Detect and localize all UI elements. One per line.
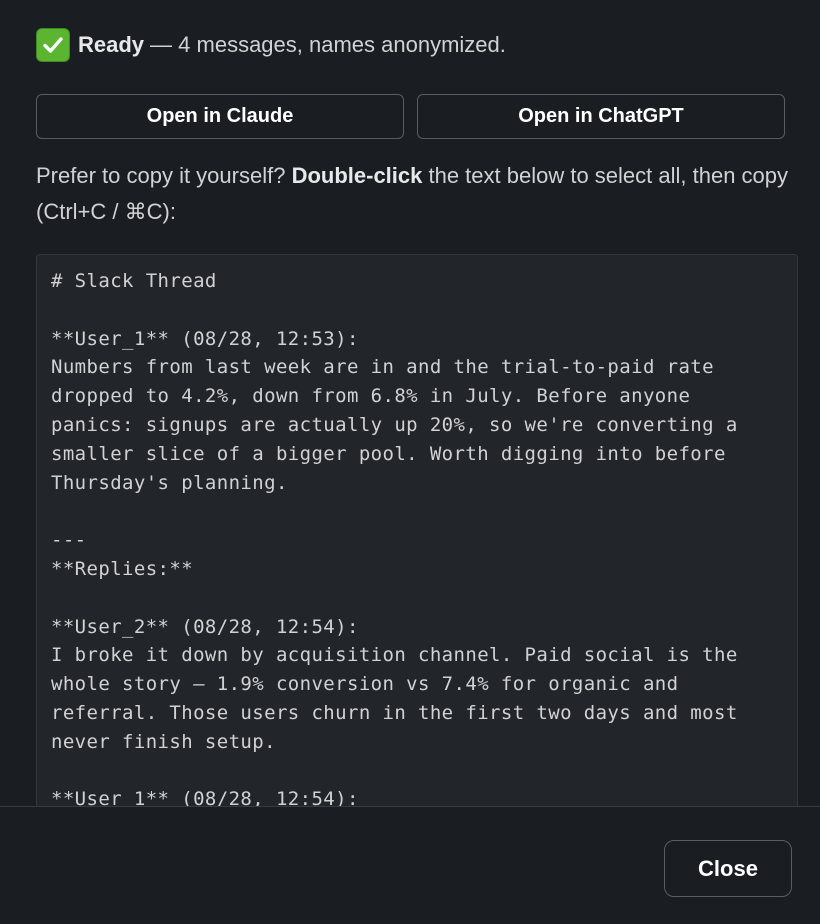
check-mark-icon — [36, 28, 70, 62]
transcript-text[interactable]: # Slack Thread **User_1** (08/28, 12:53)… — [51, 267, 783, 806]
status-ready-label: Ready — [78, 32, 145, 57]
copy-hint-prefix: Prefer to copy it yourself? — [36, 163, 292, 188]
dialog-footer: Close — [0, 806, 820, 924]
open-buttons-row: Open in Claude Open in ChatGPT — [36, 94, 785, 139]
status-detail: — 4 messages, names anonymized. — [150, 32, 506, 57]
transcript-box[interactable]: # Slack Thread **User_1** (08/28, 12:53)… — [36, 254, 798, 806]
open-in-chatgpt-button[interactable]: Open in ChatGPT — [417, 94, 785, 139]
open-in-claude-button[interactable]: Open in Claude — [36, 94, 404, 139]
copy-hint: Prefer to copy it yourself? Double-click… — [36, 158, 806, 230]
copy-hint-bold: Double-click — [291, 163, 423, 188]
status-line: Ready — 4 messages, names anonymized. — [36, 27, 506, 63]
close-button[interactable]: Close — [664, 840, 792, 897]
export-panel: Ready — 4 messages, names anonymized. Op… — [0, 0, 820, 806]
